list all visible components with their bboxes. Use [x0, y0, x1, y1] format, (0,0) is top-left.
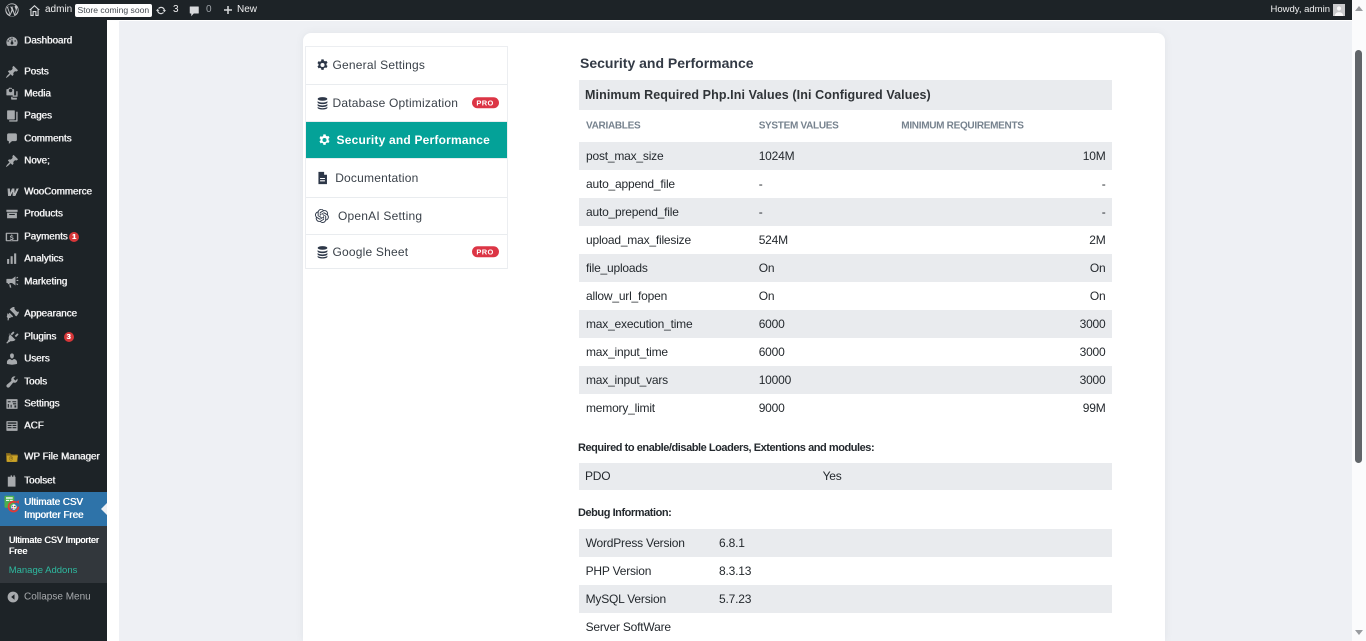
svg-text:W: W — [7, 186, 19, 198]
